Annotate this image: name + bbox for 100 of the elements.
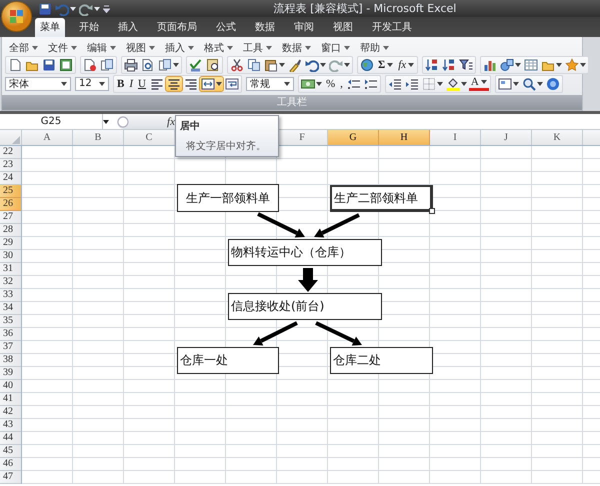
align-left-icon[interactable] [150,76,164,90]
menu-item[interactable]: 工具 [243,40,272,55]
menu-item[interactable]: 全部 [9,40,38,55]
decrease-decimal-icon[interactable] [364,76,378,90]
row-header[interactable]: 29 [0,237,21,250]
cut-icon[interactable] [230,58,244,72]
copy-icon[interactable] [247,58,261,72]
row-header[interactable]: 37 [0,341,21,354]
function-button[interactable]: fx [396,58,416,72]
row-header[interactable]: 22 [0,146,21,159]
row-header[interactable]: 47 [0,471,21,484]
column-header[interactable]: B [73,130,124,145]
menu-item[interactable]: 插入 [165,40,194,55]
menu-item[interactable]: 格式 [204,40,233,55]
ribbon-tab[interactable]: 视图 [328,19,358,37]
row-header[interactable]: 35 [0,315,21,328]
increase-indent-icon[interactable] [404,76,419,90]
menu-item[interactable]: 数据 [282,40,311,55]
column-header[interactable]: K [532,130,583,145]
new-document-icon[interactable] [8,58,22,72]
row-header[interactable]: 42 [0,406,21,419]
ribbon-tab[interactable]: 开始 [74,19,104,37]
ribbon-tab[interactable]: 审阅 [289,19,319,37]
ribbon-tab[interactable]: 页面布局 [152,19,202,37]
row-header[interactable]: 40 [0,380,21,393]
undo-icon[interactable] [305,58,319,72]
paste-icon[interactable] [264,58,278,72]
resize-handle[interactable] [429,208,435,214]
row-header[interactable]: 23 [0,159,21,172]
align-center-icon[interactable] [166,76,181,90]
book-icon[interactable] [206,58,220,72]
row-header[interactable]: 32 [0,276,21,289]
font-color-button[interactable]: A [468,76,489,90]
format-painter-icon[interactable] [288,58,302,72]
menu-item[interactable]: 文件 [48,40,77,55]
sort-descending-icon[interactable] [442,58,456,72]
spreadsheet-icon[interactable] [59,58,73,72]
menu-item[interactable]: 窗口 [321,40,350,55]
menu-item[interactable]: 帮助 [360,40,389,55]
pages-icon[interactable] [100,58,114,72]
menu-item[interactable]: 视图 [126,40,155,55]
column-header[interactable]: G [328,130,379,145]
zoom-icon[interactable] [522,76,536,90]
banknote-icon[interactable] [300,76,315,90]
decrease-indent-icon[interactable] [388,76,402,90]
number-format-dropdown[interactable]: 常规 [246,76,294,90]
save-icon[interactable] [42,58,56,72]
italic-button[interactable]: I [127,76,136,90]
bold-button[interactable]: B [115,76,126,90]
sum-button[interactable]: Σ [376,58,396,72]
filter-icon[interactable] [459,58,474,72]
row-header[interactable]: 34 [0,302,21,315]
ribbon-tab[interactable]: 数据 [250,19,280,37]
row-header[interactable]: 25 [0,185,21,198]
row-header[interactable]: 28 [0,224,21,237]
merge-center-icon[interactable] [200,76,215,90]
column-header[interactable]: I [430,130,481,145]
globe-icon[interactable] [360,58,374,72]
row-header[interactable]: 33 [0,289,21,302]
pages-icon[interactable] [158,58,172,72]
dropdown-arrow-icon[interactable] [103,120,109,124]
row-header[interactable]: 38 [0,354,21,367]
percent-button[interactable]: % [324,76,338,90]
customize-icon[interactable] [103,4,110,12]
row-header[interactable]: 46 [0,458,21,471]
column-header[interactable]: H [379,130,430,145]
align-right-icon[interactable] [184,76,198,90]
row-header[interactable]: 43 [0,419,21,432]
shapes-icon[interactable] [500,58,514,72]
name-box[interactable]: G25 [0,114,103,129]
menu-item[interactable]: 编辑 [87,40,116,55]
ribbon-tab[interactable]: 菜单 [35,18,65,37]
wrap-text-icon[interactable] [224,76,239,90]
window-icon[interactable] [498,76,512,90]
help-icon[interactable] [546,76,560,90]
redo-icon[interactable] [79,2,93,16]
sort-ascending-icon[interactable] [425,58,440,72]
row-header[interactable]: 30 [0,250,21,263]
comma-button[interactable]: , [338,76,345,90]
document-icon[interactable] [83,58,97,72]
row-header[interactable]: 45 [0,445,21,458]
ribbon-tab[interactable]: 公式 [211,19,241,37]
table-icon[interactable] [524,58,538,72]
insert-function-button[interactable]: fx [167,116,175,128]
save-icon[interactable] [38,2,52,16]
underline-button[interactable]: U [136,76,148,90]
column-header[interactable]: A [22,130,73,145]
row-header[interactable]: 26 [0,198,21,211]
star-icon[interactable] [565,58,580,72]
row-header[interactable]: 41 [0,393,21,406]
increase-decimal-icon[interactable] [346,76,361,90]
spelling-check-icon[interactable] [189,58,203,72]
row-header[interactable]: 39 [0,367,21,380]
row-header[interactable]: 44 [0,432,21,445]
font-size-dropdown[interactable]: 12 [75,76,109,90]
print-preview-icon[interactable] [141,58,155,72]
ribbon-tab[interactable]: 插入 [113,19,143,37]
row-header[interactable]: 36 [0,328,21,341]
print-icon[interactable] [124,58,138,72]
ribbon-tab[interactable]: 开发工具 [367,19,417,37]
